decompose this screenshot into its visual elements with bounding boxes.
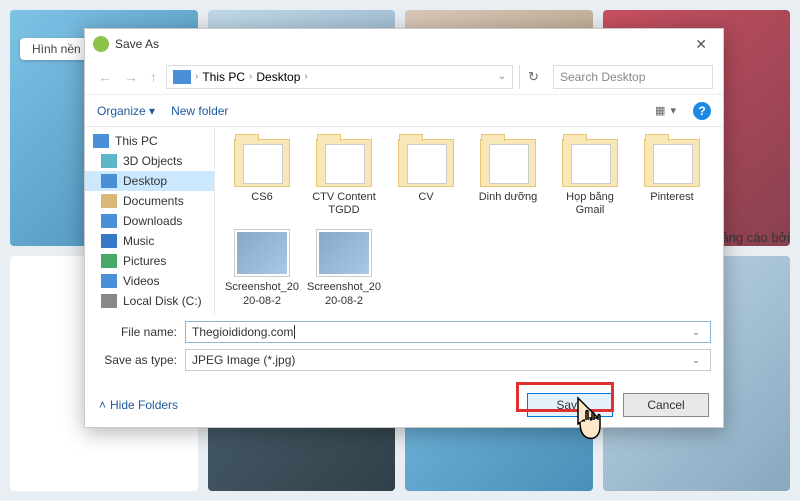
- tree-3d-objects[interactable]: 3D Objects: [85, 151, 214, 171]
- tree-this-pc[interactable]: This PC: [85, 131, 214, 151]
- chevron-right-icon: ›: [304, 71, 307, 82]
- save-button[interactable]: Save: [527, 393, 613, 417]
- tree-videos[interactable]: Videos: [85, 271, 214, 291]
- refresh-button[interactable]: ↻: [519, 65, 547, 89]
- filename-input[interactable]: Thegioididong.com⌄: [185, 321, 711, 343]
- new-folder-button[interactable]: New folder: [171, 104, 228, 118]
- path-desktop[interactable]: Desktop: [256, 70, 300, 84]
- tree-pictures[interactable]: Pictures: [85, 251, 214, 271]
- chevron-down-icon[interactable]: ⌄: [498, 71, 506, 82]
- pictures-icon: [101, 254, 117, 268]
- tree-desktop[interactable]: Desktop: [85, 171, 214, 191]
- folder-icon: [480, 139, 536, 187]
- up-button[interactable]: ↑: [147, 69, 160, 85]
- tree-local-disk[interactable]: Local Disk (C:): [85, 291, 214, 311]
- chevron-down-icon[interactable]: ⌄: [688, 355, 704, 366]
- view-options[interactable]: ▦ ▾: [655, 104, 677, 117]
- folder-item[interactable]: CS6: [223, 135, 301, 221]
- address-bar: ← → ↑ › This PC › Desktop › ⌄ ↻ Search D…: [85, 59, 723, 95]
- toolbar: Organize ▾ New folder ▦ ▾ ?: [85, 95, 723, 127]
- folder-item[interactable]: Dinh dưỡng: [469, 135, 547, 221]
- music-icon: [101, 234, 117, 248]
- filename-label: File name:: [97, 325, 177, 339]
- cancel-button[interactable]: Cancel: [623, 393, 709, 417]
- folder-icon: [644, 139, 700, 187]
- nav-tree: This PC 3D Objects Desktop Documents Dow…: [85, 127, 215, 315]
- folder-icon: [398, 139, 454, 187]
- chevron-right-icon: ›: [249, 71, 252, 82]
- back-button[interactable]: ←: [95, 69, 115, 85]
- forward-button[interactable]: →: [121, 69, 141, 85]
- folder-item[interactable]: CTV Content TGDD: [305, 135, 383, 221]
- documents-icon: [101, 194, 117, 208]
- cube-icon: [101, 154, 117, 168]
- chevron-down-icon[interactable]: ⌄: [688, 327, 704, 338]
- hide-folders-toggle[interactable]: ˄Hide Folders: [99, 398, 178, 412]
- breadcrumb[interactable]: › This PC › Desktop › ⌄: [166, 65, 513, 89]
- pc-icon: [93, 134, 109, 148]
- folder-item[interactable]: CV: [387, 135, 465, 221]
- tree-downloads[interactable]: Downloads: [85, 211, 214, 231]
- titlebar: Save As ✕: [85, 29, 723, 59]
- search-placeholder: Search Desktop: [560, 70, 645, 84]
- downloads-icon: [101, 214, 117, 228]
- dialog-title: Save As: [115, 37, 159, 51]
- image-icon: [316, 229, 372, 277]
- videos-icon: [101, 274, 117, 288]
- folder-icon: [316, 139, 372, 187]
- image-icon: [234, 229, 290, 277]
- bg-tag: Hình nền: [20, 38, 93, 60]
- image-item[interactable]: Screenshot_2020-08-2: [223, 225, 301, 311]
- help-button[interactable]: ?: [693, 102, 711, 120]
- pc-icon: [173, 70, 191, 84]
- folder-icon: [234, 139, 290, 187]
- tree-music[interactable]: Music: [85, 231, 214, 251]
- save-as-dialog: Save As ✕ ← → ↑ › This PC › Desktop › ⌄ …: [84, 28, 724, 428]
- savetype-select[interactable]: JPEG Image (*.jpg)⌄: [185, 349, 711, 371]
- tree-documents[interactable]: Documents: [85, 191, 214, 211]
- organize-menu[interactable]: Organize ▾: [97, 104, 155, 118]
- folder-icon: [562, 139, 618, 187]
- file-list[interactable]: CS6 CTV Content TGDD CV Dinh dưỡng Họp b…: [215, 127, 723, 315]
- folder-item[interactable]: Pinterest: [633, 135, 711, 221]
- desktop-icon: [101, 174, 117, 188]
- folder-item[interactable]: Họp bằng Gmail: [551, 135, 629, 221]
- image-item[interactable]: Screenshot_2020-08-2: [305, 225, 383, 311]
- close-button[interactable]: ✕: [687, 32, 715, 57]
- savetype-label: Save as type:: [97, 353, 177, 367]
- path-pc[interactable]: This PC: [202, 70, 245, 84]
- app-icon: [93, 36, 109, 52]
- chevron-up-icon: ˄: [99, 398, 106, 412]
- ad-text: ảng cáo bởi: [721, 230, 790, 245]
- chevron-right-icon: ›: [195, 71, 198, 82]
- disk-icon: [101, 294, 117, 308]
- search-input[interactable]: Search Desktop: [553, 65, 713, 89]
